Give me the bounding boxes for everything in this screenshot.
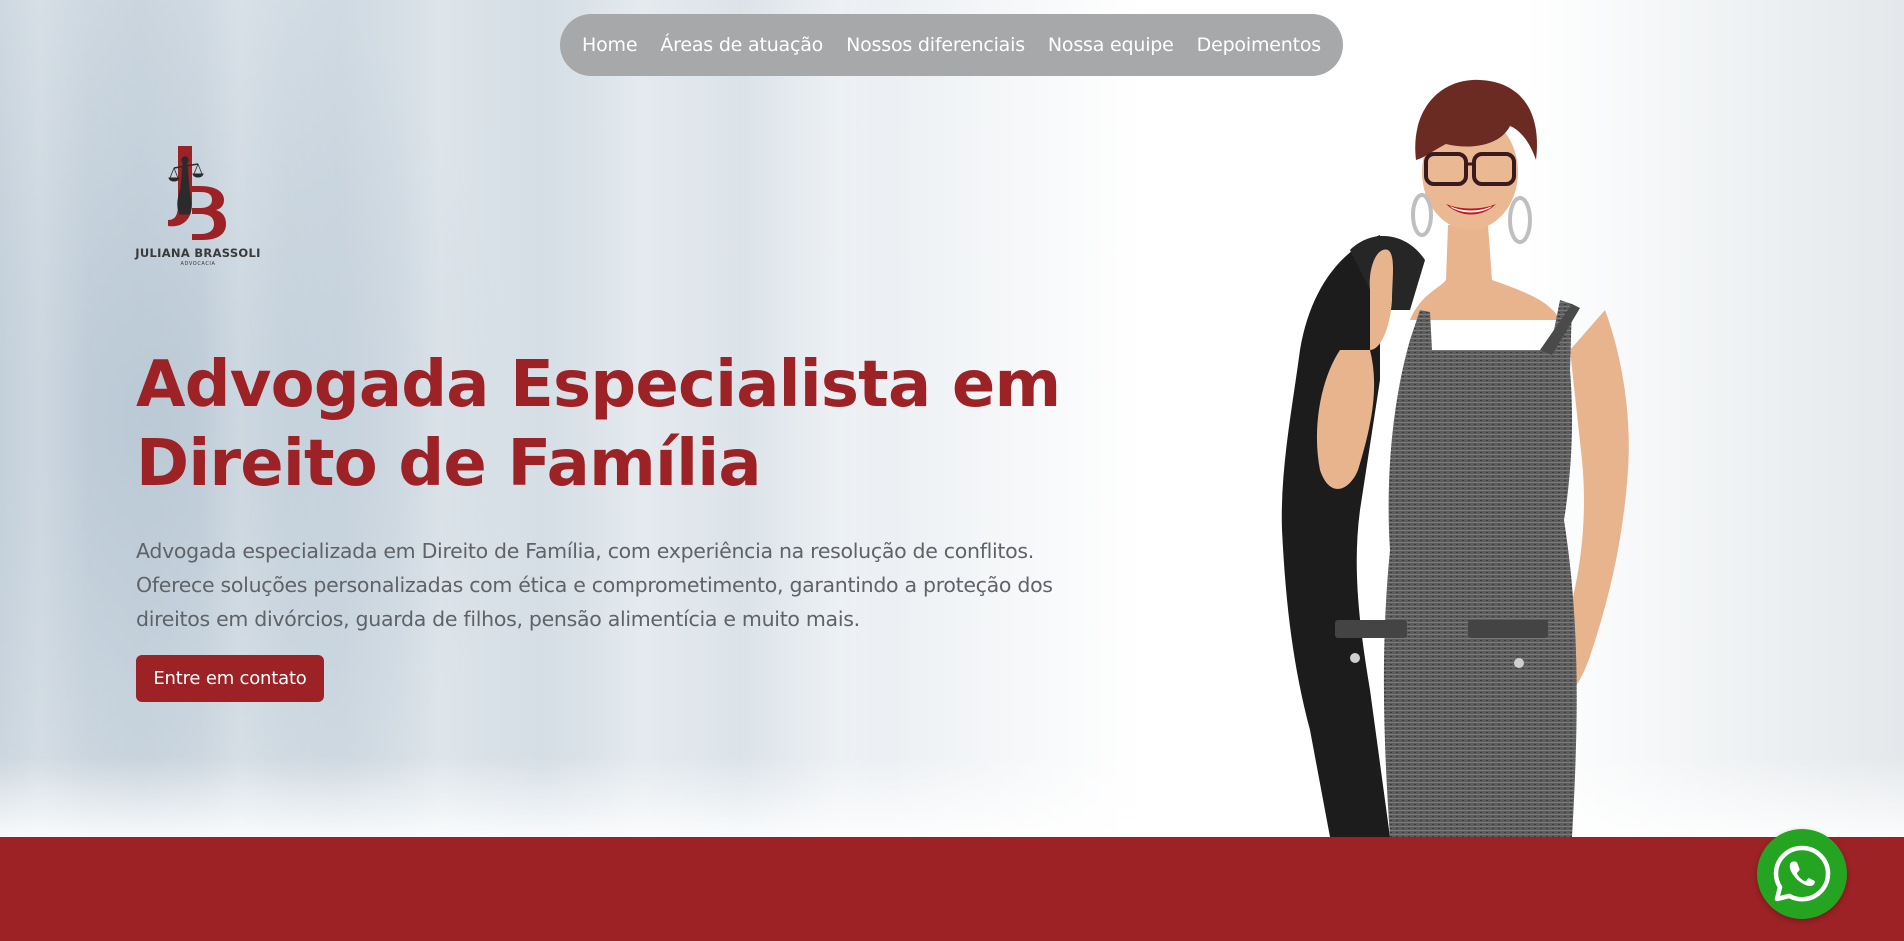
- whatsapp-button[interactable]: [1757, 829, 1847, 919]
- logo-name: JULIANA BRASSOLI: [135, 246, 261, 260]
- nav-item-home[interactable]: Home: [582, 34, 638, 56]
- logo-subtitle: ADVOCACIA: [180, 261, 216, 267]
- jb-monogram-icon: [168, 146, 226, 240]
- whatsapp-icon: [1773, 845, 1831, 902]
- nav-item-depoimentos[interactable]: Depoimentos: [1197, 34, 1321, 56]
- nav-item-nossa-equipe[interactable]: Nossa equipe: [1048, 34, 1174, 56]
- description-line-3: direitos em divórcios, guarda de filhos,…: [136, 607, 860, 631]
- top-navigation: Home Áreas de atuação Nossos diferenciai…: [560, 14, 1343, 76]
- nav-item-areas-de-atuacao[interactable]: Áreas de atuação: [660, 34, 823, 56]
- footer-band: [0, 837, 1904, 941]
- portrait-photo: [1220, 50, 1640, 837]
- description-line-2: Oferece soluções personalizadas com étic…: [136, 573, 1053, 597]
- description-line-1: Advogada especializada em Direito de Fam…: [136, 539, 1034, 563]
- nav-item-nossos-diferenciais[interactable]: Nossos diferenciais: [846, 34, 1025, 56]
- hero-headline: Advogada Especialista em Direito de Famí…: [136, 346, 1061, 504]
- scales-of-justice-icon: [168, 156, 204, 215]
- headline-line-2: Direito de Família: [136, 427, 762, 501]
- brand-logo[interactable]: JULIANA BRASSOLI ADVOCACIA: [134, 142, 262, 270]
- hero-description: Advogada especializada em Direito de Fam…: [136, 534, 1076, 636]
- contact-button[interactable]: Entre em contato: [136, 655, 324, 702]
- headline-line-1: Advogada Especialista em: [136, 348, 1061, 422]
